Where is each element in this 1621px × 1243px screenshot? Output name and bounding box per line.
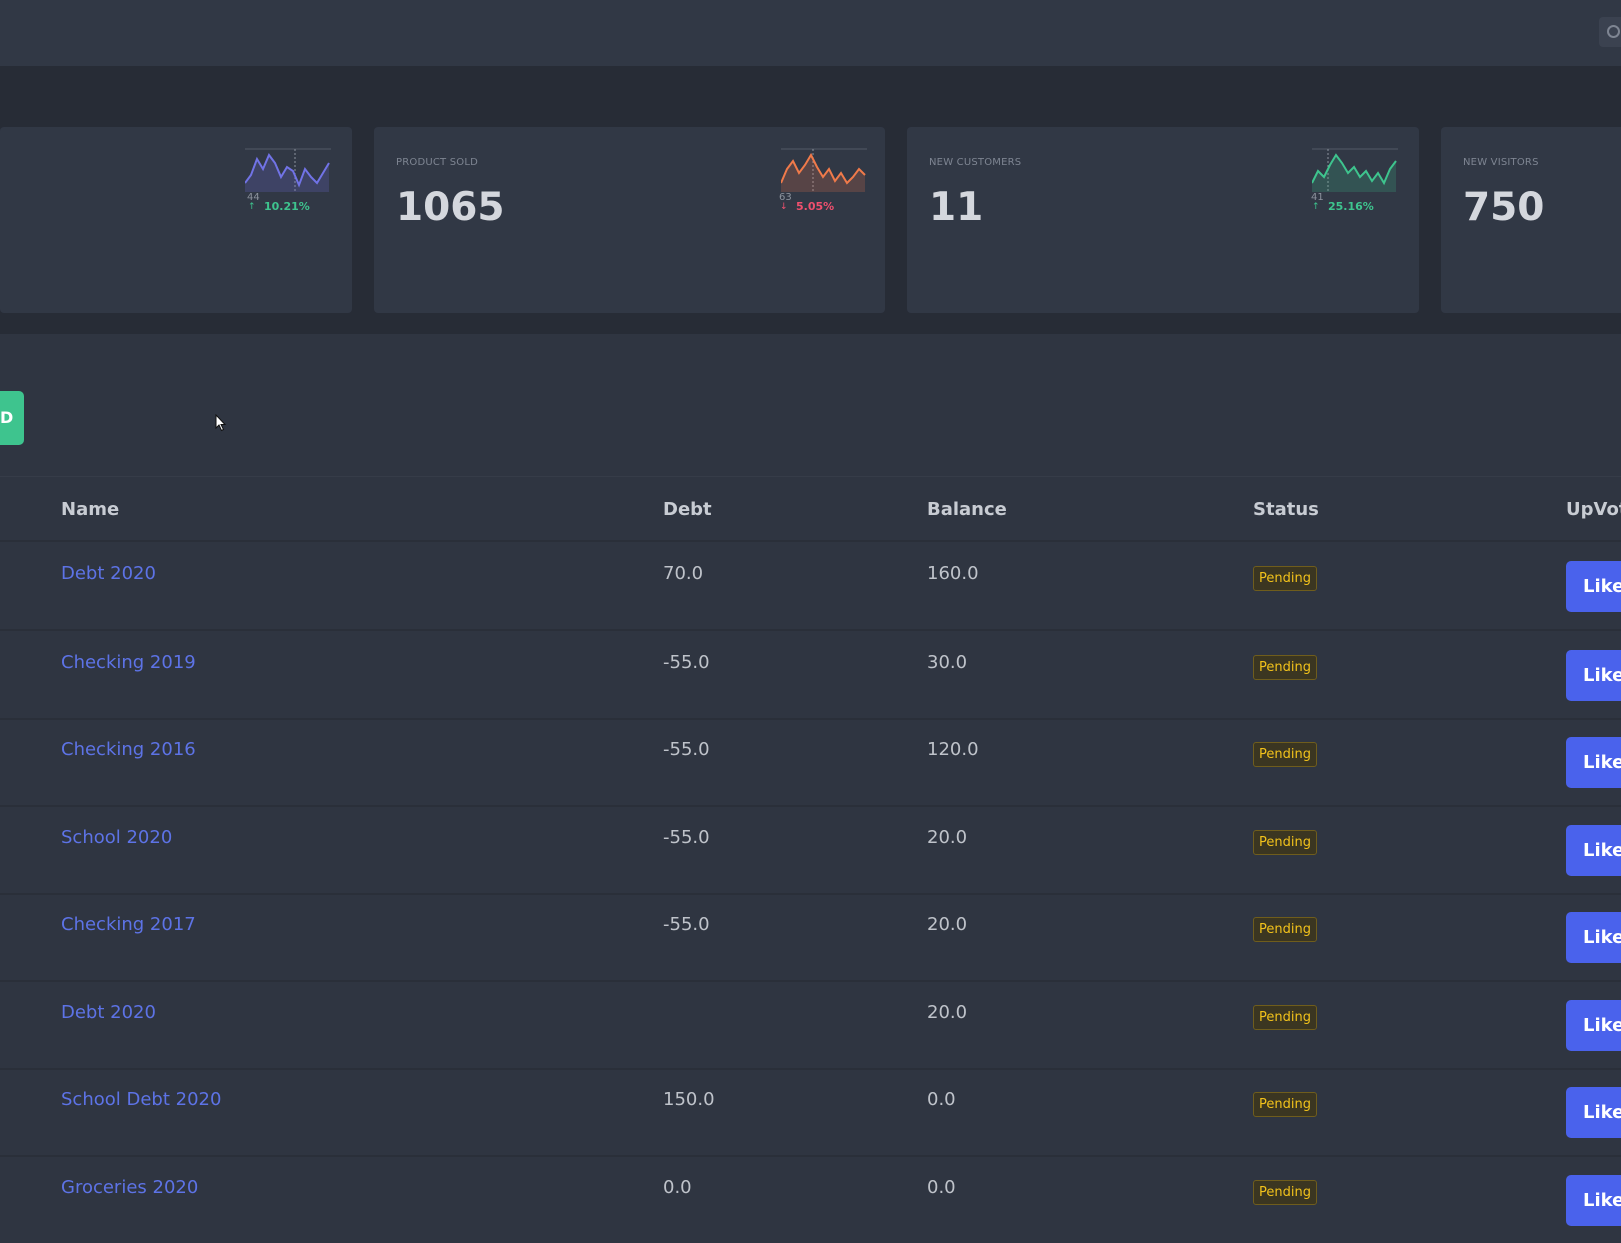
stat-card-new-visitors: NEW VISITORS 750 <box>1441 127 1621 313</box>
row-debt: -55.0 <box>663 914 710 935</box>
row-debt: 150.0 <box>663 1089 715 1110</box>
top-navbar <box>0 0 1621 66</box>
table-row: Groceries 2020 0.0 0.0 Pending Like <box>0 1156 1621 1243</box>
stat-label: PRODUCT SOLD <box>396 157 479 168</box>
search-icon <box>1607 25 1620 38</box>
row-name-link[interactable]: School 2020 <box>61 827 172 848</box>
like-button[interactable]: Like <box>1566 561 1621 612</box>
row-name-link[interactable]: Debt 2020 <box>61 563 156 584</box>
sparkline-chart <box>781 148 867 192</box>
like-button[interactable]: Like <box>1566 1000 1621 1051</box>
arrow-down-icon: ↓ <box>780 202 788 212</box>
add-button[interactable]: D <box>0 391 24 445</box>
row-name-link[interactable]: Checking 2019 <box>61 652 196 673</box>
row-name-link[interactable]: Checking 2017 <box>61 914 196 935</box>
row-balance: 20.0 <box>927 914 968 935</box>
arrow-up-icon: ↑ <box>248 202 256 212</box>
stat-percent: 25.16% <box>1328 200 1374 213</box>
table-row: School Debt 2020 150.0 0.0 Pending Like <box>0 1068 1621 1157</box>
column-header-debt[interactable]: Debt <box>663 499 712 520</box>
like-button[interactable]: Like <box>1566 912 1621 963</box>
column-header-balance[interactable]: Balance <box>927 499 1007 520</box>
table-row: School 2020 -55.0 20.0 Pending Like <box>0 806 1621 895</box>
status-badge: Pending <box>1253 566 1317 591</box>
mouse-cursor-icon <box>215 414 227 432</box>
column-header-upvote[interactable]: UpVote <box>1566 499 1621 520</box>
row-name-link[interactable]: Checking 2016 <box>61 739 196 760</box>
sparkline-chart <box>245 148 331 192</box>
status-badge: Pending <box>1253 917 1317 942</box>
stat-percent: 10.21% <box>264 200 310 213</box>
row-name-link[interactable]: School Debt 2020 <box>61 1089 221 1110</box>
like-button[interactable]: Like <box>1566 650 1621 701</box>
add-button-label: D <box>0 408 14 427</box>
row-balance: 20.0 <box>927 827 968 848</box>
row-debt: -55.0 <box>663 652 710 673</box>
stat-value: 750 <box>1463 185 1545 230</box>
status-badge: Pending <box>1253 1005 1317 1030</box>
stat-percent: 5.05% <box>796 200 835 213</box>
status-badge: Pending <box>1253 655 1317 680</box>
like-button[interactable]: Like <box>1566 825 1621 876</box>
row-debt: -55.0 <box>663 827 710 848</box>
table-row: Checking 2017 -55.0 20.0 Pending Like <box>0 893 1621 982</box>
row-debt: 70.0 <box>663 563 704 584</box>
stat-label: NEW CUSTOMERS <box>929 157 1022 168</box>
table-row: Debt 2020 70.0 160.0 Pending Like <box>0 542 1621 631</box>
arrow-up-icon: ↑ <box>1312 202 1320 212</box>
table-row: Debt 2020 20.0 Pending Like <box>0 981 1621 1070</box>
status-badge: Pending <box>1253 1092 1317 1117</box>
row-balance: 120.0 <box>927 739 979 760</box>
search-button[interactable] <box>1599 17 1621 47</box>
stat-card-partial: 44 ↑ 10.21% <box>0 127 352 313</box>
table-divider <box>0 476 1621 477</box>
table-row: Checking 2016 -55.0 120.0 Pending Like <box>0 718 1621 807</box>
stat-value: 1065 <box>396 185 505 230</box>
row-name-link[interactable]: Debt 2020 <box>61 1002 156 1023</box>
like-button[interactable]: Like <box>1566 1175 1621 1226</box>
stat-value: 11 <box>929 185 984 230</box>
row-balance: 30.0 <box>927 652 968 673</box>
row-debt: -55.0 <box>663 739 710 760</box>
stat-label: NEW VISITORS <box>1463 157 1539 168</box>
row-balance: 20.0 <box>927 1002 968 1023</box>
status-badge: Pending <box>1253 742 1317 767</box>
like-button[interactable]: Like <box>1566 737 1621 788</box>
status-badge: Pending <box>1253 830 1317 855</box>
stat-card-product-sold: PRODUCT SOLD 1065 63 ↓ 5.05% <box>374 127 885 313</box>
like-button[interactable]: Like <box>1566 1087 1621 1138</box>
column-header-status[interactable]: Status <box>1253 499 1319 520</box>
stat-card-new-customers: NEW CUSTOMERS 11 41 ↑ 25.16% <box>907 127 1419 313</box>
row-name-link[interactable]: Groceries 2020 <box>61 1177 198 1198</box>
row-balance: 0.0 <box>927 1177 956 1198</box>
status-badge: Pending <box>1253 1180 1317 1205</box>
row-debt: 0.0 <box>663 1177 692 1198</box>
row-balance: 0.0 <box>927 1089 956 1110</box>
table-row: Checking 2019 -55.0 30.0 Pending Like <box>0 631 1621 720</box>
column-header-name[interactable]: Name <box>61 499 119 520</box>
row-balance: 160.0 <box>927 563 979 584</box>
sparkline-chart <box>1312 148 1398 192</box>
